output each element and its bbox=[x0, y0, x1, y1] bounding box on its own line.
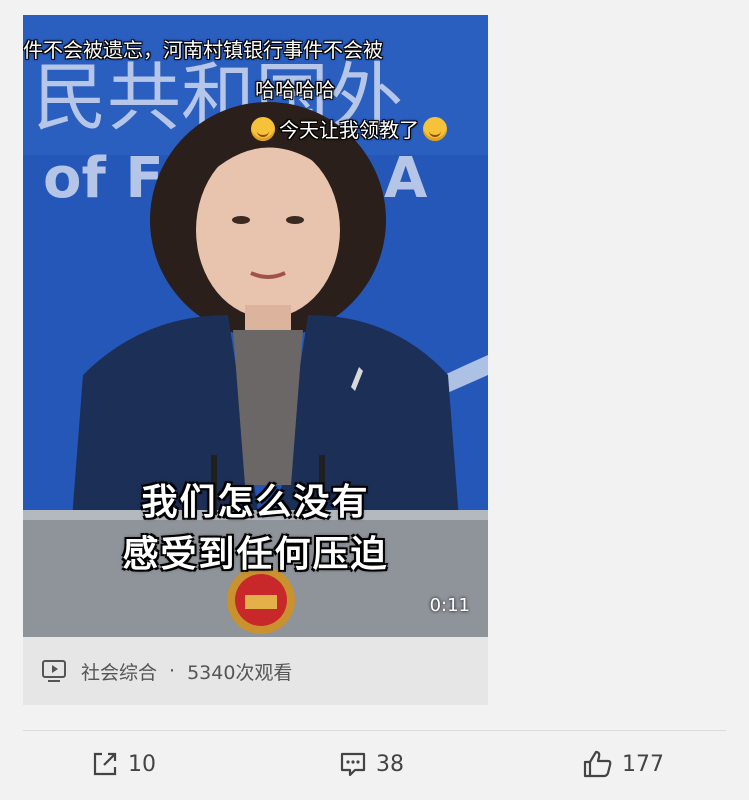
overlay-line-3-text: 今天让我领教了 bbox=[279, 118, 419, 142]
video-play-icon bbox=[42, 660, 66, 682]
action-bar-divider bbox=[23, 730, 726, 731]
video-view-count: 5340次观看 bbox=[187, 661, 293, 684]
video-duration: 0:11 bbox=[429, 595, 470, 616]
video-player[interactable]: 民共和国外 of Foreign A bbox=[23, 15, 488, 637]
share-icon bbox=[93, 752, 117, 776]
share-count: 10 bbox=[128, 751, 156, 777]
share-button[interactable]: 10 bbox=[90, 748, 156, 780]
overlay-line-2: 哈哈哈哈 bbox=[255, 78, 335, 102]
like-button[interactable]: 177 bbox=[582, 748, 664, 780]
comment-button[interactable]: 38 bbox=[338, 748, 404, 780]
comment-count: 38 bbox=[376, 751, 404, 777]
smile-emoji-icon bbox=[423, 117, 447, 141]
like-count: 177 bbox=[622, 751, 664, 777]
video-subtitle-line-2: 感受到任何压迫 bbox=[122, 534, 389, 575]
video-card: 民共和国外 of Foreign A bbox=[23, 15, 488, 705]
video-subtitle-line-1: 我们怎么没有 bbox=[141, 482, 370, 523]
smile-emoji-icon bbox=[251, 117, 275, 141]
thumbs-up-icon bbox=[583, 750, 612, 778]
comment-icon bbox=[340, 752, 366, 777]
overlay-line-1: 件不会被遗忘，河南村镇银行事件不会被 bbox=[23, 38, 383, 62]
video-category[interactable]: 社会综合 bbox=[81, 658, 157, 685]
overlay-line-3: 今天让我领教了 bbox=[251, 117, 451, 143]
video-meta: 社会综合 · 5340次观看 bbox=[23, 637, 488, 705]
meta-separator: · bbox=[169, 660, 176, 682]
